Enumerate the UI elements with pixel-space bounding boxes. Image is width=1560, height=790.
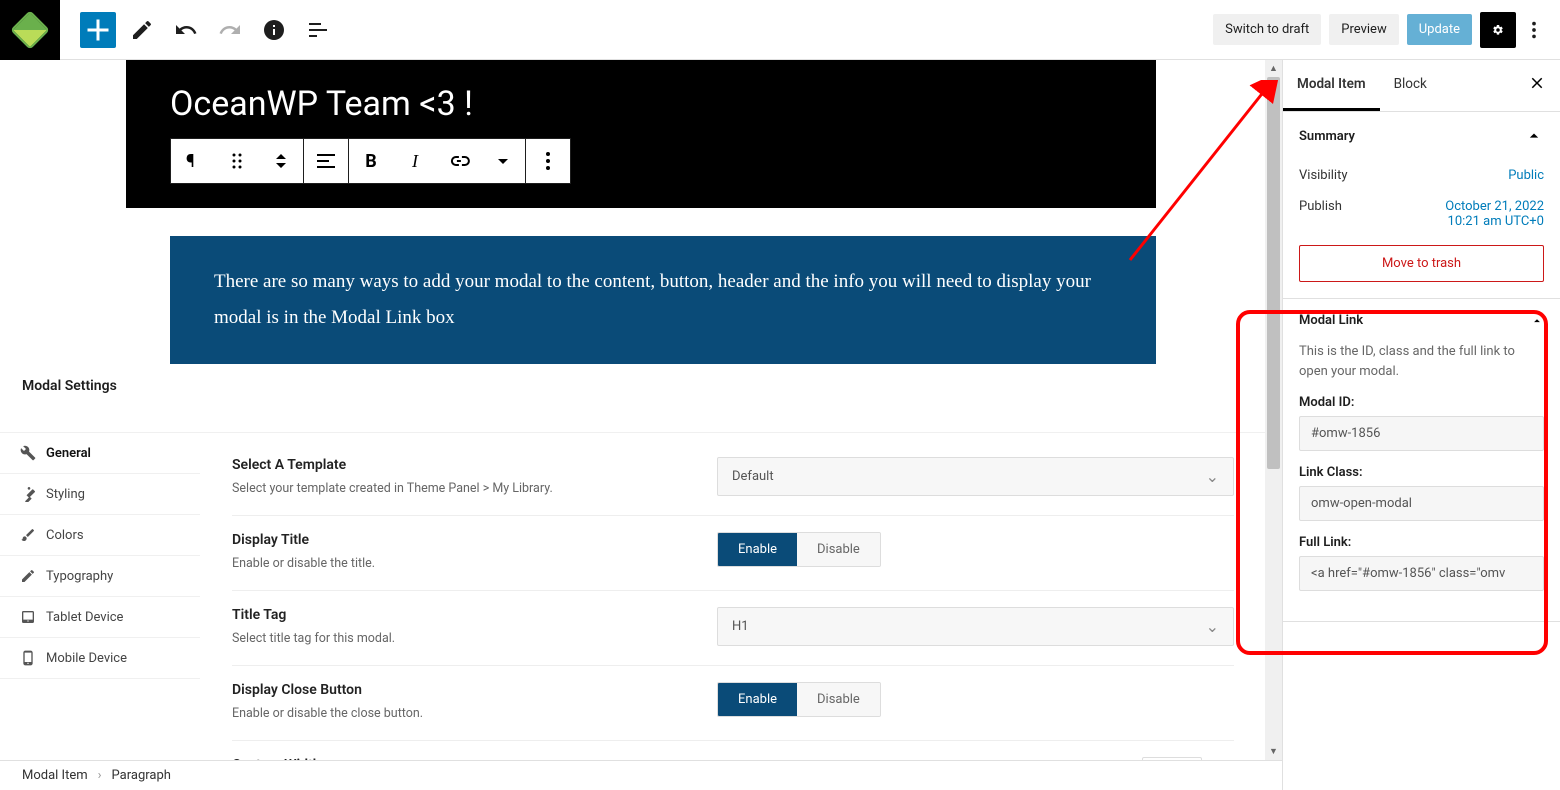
select-template-title: Select A Template (232, 457, 717, 473)
move-updown-icon[interactable] (259, 139, 303, 183)
title-tag-title: Title Tag (232, 607, 717, 623)
tab-typography[interactable]: Typography (0, 556, 200, 597)
list-view-icon[interactable] (300, 12, 336, 48)
modal-id-label: Modal ID: (1299, 395, 1544, 410)
chevron-up-icon (1524, 126, 1544, 146)
modal-settings-heading: Modal Settings (0, 364, 1282, 402)
more-options-icon[interactable] (1516, 12, 1552, 48)
title-tag-dropdown[interactable]: H1 (717, 607, 1234, 646)
tab-styling-label: Styling (46, 487, 85, 502)
display-title-toggle[interactable]: EnableDisable (717, 532, 881, 567)
bold-icon[interactable]: B (349, 139, 393, 183)
display-title-title: Display Title (232, 532, 717, 548)
italic-icon[interactable]: I (393, 139, 437, 183)
switch-to-draft-button[interactable]: Switch to draft (1213, 14, 1321, 45)
site-logo[interactable] (0, 0, 60, 60)
redo-icon[interactable] (212, 12, 248, 48)
tab-general-label: General (46, 446, 91, 461)
display-title-desc: Enable or disable the title. (232, 554, 717, 574)
undo-icon[interactable] (168, 12, 204, 48)
info-icon[interactable] (256, 12, 292, 48)
block-more-icon[interactable] (526, 139, 570, 183)
publish-value[interactable]: October 21, 202210:21 am UTC+0 (1445, 199, 1544, 229)
full-link-input[interactable] (1299, 556, 1544, 591)
link-class-input[interactable] (1299, 486, 1544, 521)
tab-mobile[interactable]: Mobile Device (0, 638, 200, 679)
select-template-desc: Select your template created in Theme Pa… (232, 479, 717, 499)
preview-button[interactable]: Preview (1329, 14, 1398, 45)
close-sidebar-icon[interactable] (1514, 60, 1560, 111)
breadcrumb-leaf[interactable]: Paragraph (112, 768, 171, 783)
breadcrumb-root[interactable]: Modal Item (22, 768, 88, 783)
full-link-label: Full Link: (1299, 535, 1544, 550)
title-tag-desc: Select title tag for this modal. (232, 629, 717, 649)
tab-mobile-label: Mobile Device (46, 651, 127, 666)
drag-handle-icon[interactable] (215, 139, 259, 183)
block-toolbar: ¶ B I (170, 138, 571, 184)
update-button[interactable]: Update (1407, 14, 1472, 45)
modal-link-section-header[interactable]: Modal Link (1283, 299, 1560, 342)
tab-styling[interactable]: Styling (0, 474, 200, 515)
publish-label: Publish (1299, 199, 1342, 229)
settings-gear-icon[interactable] (1480, 12, 1516, 48)
tab-colors[interactable]: Colors (0, 515, 200, 556)
select-template-dropdown[interactable]: Default (717, 457, 1234, 496)
tab-tablet-label: Tablet Device (46, 610, 123, 625)
summary-section-header[interactable]: Summary (1283, 112, 1560, 160)
tab-typography-label: Typography (46, 569, 113, 584)
close-button-desc: Enable or disable the close button. (232, 704, 717, 724)
paragraph-block[interactable]: There are so many ways to add your modal… (170, 236, 1156, 364)
link-icon[interactable] (437, 139, 481, 183)
tab-general[interactable]: General (0, 433, 200, 474)
modal-id-input[interactable] (1299, 416, 1544, 451)
collapse-icon (1530, 314, 1544, 328)
chevron-down-icon[interactable] (481, 139, 525, 183)
svg-text:¶: ¶ (186, 151, 195, 172)
close-button-toggle[interactable]: EnableDisable (717, 682, 881, 717)
sidebar-tab-modal-item[interactable]: Modal Item (1283, 60, 1380, 111)
breadcrumb: Modal Item › Paragraph (0, 760, 1282, 790)
close-button-title: Display Close Button (232, 682, 717, 698)
editor-scrollbar[interactable]: ▲ ▼ (1265, 60, 1282, 760)
visibility-label: Visibility (1299, 168, 1348, 183)
tab-colors-label: Colors (46, 528, 84, 543)
align-icon[interactable] (304, 139, 348, 183)
modal-link-desc: This is the ID, class and the full link … (1299, 342, 1544, 381)
visibility-value[interactable]: Public (1508, 168, 1544, 183)
sidebar-tab-block[interactable]: Block (1380, 60, 1441, 111)
link-class-label: Link Class: (1299, 465, 1544, 480)
paragraph-icon[interactable]: ¶ (171, 139, 215, 183)
scroll-up-icon[interactable]: ▲ (1265, 60, 1282, 77)
page-title[interactable]: OceanWP Team <3 ! (170, 84, 1112, 124)
edit-mode-icon[interactable] (124, 12, 160, 48)
scroll-down-icon[interactable]: ▼ (1265, 743, 1282, 760)
move-to-trash-button[interactable]: Move to trash (1299, 245, 1544, 282)
add-block-button[interactable] (80, 12, 116, 48)
tab-tablet[interactable]: Tablet Device (0, 597, 200, 638)
